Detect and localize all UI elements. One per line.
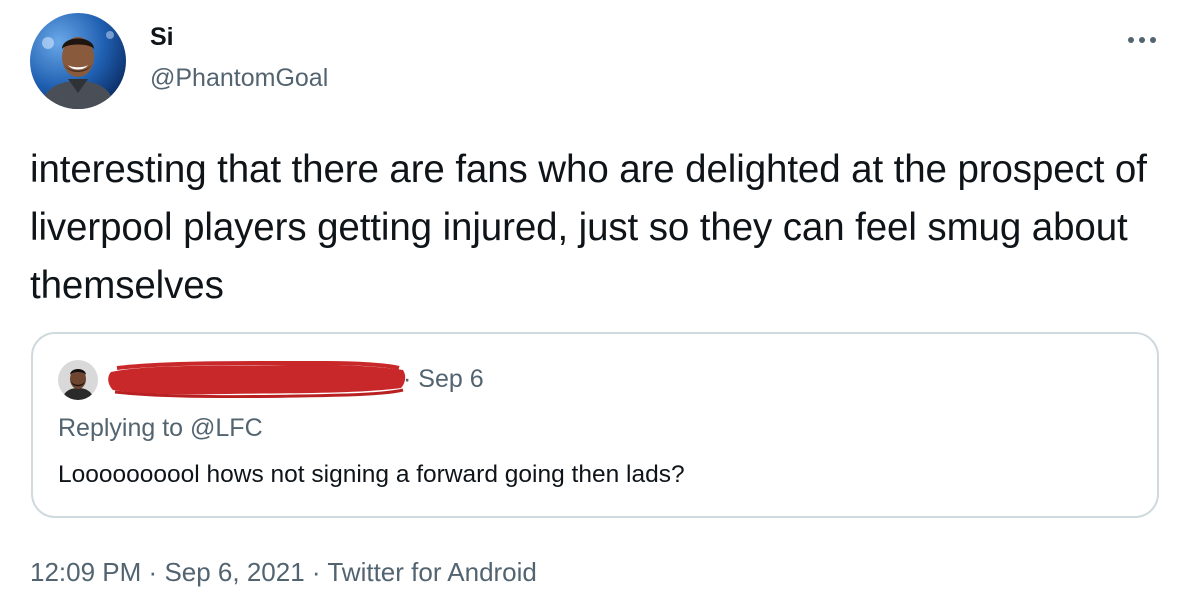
quoted-tweet[interactable]: · Sep 6 Replying to @LFC Loooooooool how… (31, 332, 1159, 518)
more-horizontal-icon-dot (1139, 37, 1145, 43)
quoted-avatar-image (58, 360, 98, 400)
tweet-card: Si @PhantomGoal interesting that there a… (0, 0, 1188, 614)
more-options-button[interactable] (1118, 28, 1166, 52)
user-handle[interactable]: @PhantomGoal (150, 63, 328, 93)
replying-to[interactable]: Replying to @LFC (58, 413, 263, 443)
dot-separator: · (311, 557, 321, 587)
quoted-tweet-date[interactable]: · Sep 6 (403, 364, 484, 394)
tweet-date[interactable]: Sep 6, 2021 (164, 557, 304, 587)
redacted-author-name (108, 360, 406, 398)
dot-separator: · (403, 365, 412, 393)
quoted-tweet-text: Loooooooool hows not signing a forward g… (58, 461, 685, 488)
tweet-time[interactable]: 12:09 PM (30, 557, 141, 587)
tweet-text: interesting that there are fans who are … (30, 148, 1147, 307)
tweet-source[interactable]: Twitter for Android (327, 557, 537, 587)
more-horizontal-icon-dot (1150, 37, 1156, 43)
user-avatar[interactable] (30, 13, 126, 109)
display-name[interactable]: Si (150, 22, 174, 52)
avatar-image (30, 13, 126, 109)
tweet-metadata: 12:09 PM · Sep 6, 2021 · Twitter for And… (30, 557, 537, 587)
more-horizontal-icon (1128, 37, 1134, 43)
quoted-date-text: Sep 6 (418, 365, 484, 393)
quoted-author-avatar[interactable] (58, 360, 98, 400)
dot-separator: · (148, 557, 158, 587)
